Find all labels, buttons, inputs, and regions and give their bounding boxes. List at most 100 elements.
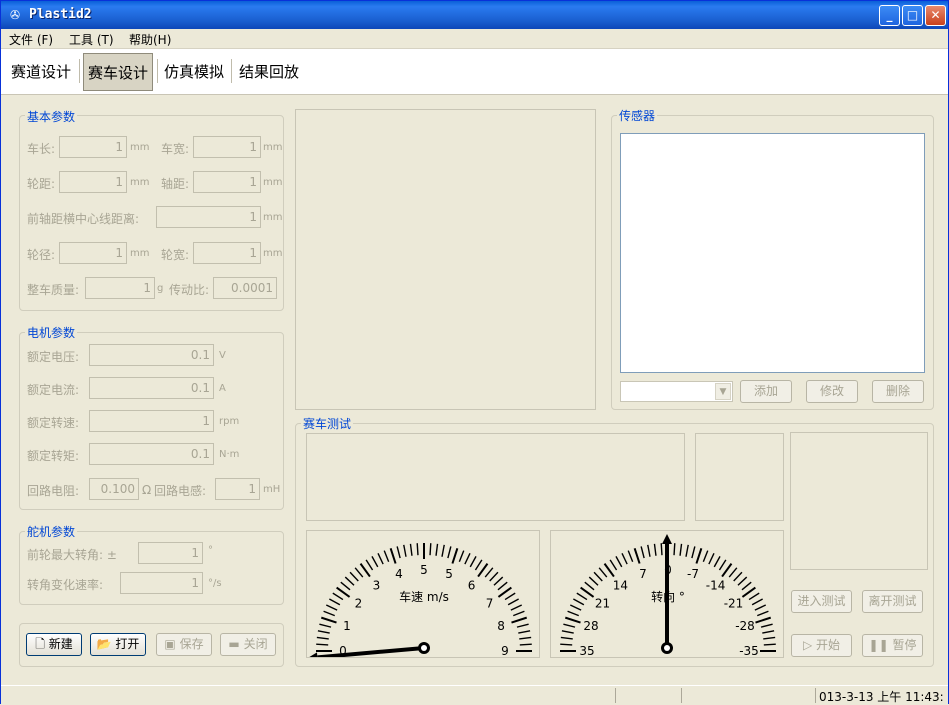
tab-simulation[interactable]: 仿真模拟 xyxy=(160,53,228,91)
tab-separator xyxy=(231,59,232,83)
menu-help[interactable]: 帮助(H) xyxy=(129,31,171,48)
gauge-tick xyxy=(673,543,676,556)
gauge-tick xyxy=(447,546,452,559)
enter-test-button[interactable]: 进入测试 xyxy=(791,590,852,613)
gauge-tick xyxy=(464,552,471,565)
gauge-tick xyxy=(383,550,390,562)
basic-params-legend: 基本参数 xyxy=(25,108,78,125)
rate-input[interactable]: 1 xyxy=(120,572,203,594)
ratio-label: 传动比: xyxy=(169,283,210,297)
mass-input[interactable]: 1 xyxy=(85,277,155,299)
gauge-tick xyxy=(741,581,752,591)
speed-label: 额定转速: xyxy=(27,416,80,430)
add-sensor-button[interactable]: 添加 xyxy=(740,380,792,403)
inductance-input[interactable]: 1 xyxy=(215,478,260,500)
play-icon: ▷ xyxy=(802,638,813,652)
resistance-input[interactable]: 0.100 xyxy=(89,478,139,500)
status-bar: 013-3-13 上午 11:43: xyxy=(1,685,948,704)
gauge-tick-label: 4 xyxy=(395,567,403,581)
gauge-tick xyxy=(621,552,628,565)
leave-test-button[interactable]: 离开测试 xyxy=(862,590,923,613)
open-button[interactable]: 📂 打开 xyxy=(90,633,146,656)
length-label: 车长: xyxy=(27,142,56,156)
gauge-tick-label: 21 xyxy=(595,596,610,610)
maximize-button[interactable]: □ xyxy=(902,5,923,26)
torque-input[interactable]: 0.1 xyxy=(89,443,214,465)
menu-file[interactable]: 文件 (F) xyxy=(9,31,53,48)
steering-gauge: 3528211470-7-14-21-28-35转向 ° xyxy=(550,530,784,658)
track-input[interactable]: 1 xyxy=(59,171,127,193)
servo-params-legend: 舵机参数 xyxy=(25,523,78,540)
gauge-tick xyxy=(609,559,618,571)
tab-track-design[interactable]: 赛道设计 xyxy=(7,53,75,91)
gauge-tick xyxy=(728,567,738,578)
front-axle-input[interactable]: 1 xyxy=(156,206,261,228)
voltage-input[interactable]: 0.1 xyxy=(89,344,214,366)
gauge-tick xyxy=(588,576,599,586)
menu-tools[interactable]: 工具 (T) xyxy=(69,31,114,48)
front-axle-unit: mm xyxy=(263,212,283,223)
gauge-tick xyxy=(511,616,528,624)
edit-sensor-button[interactable]: 修改 xyxy=(806,380,858,403)
torque-label: 额定转矩: xyxy=(27,449,80,463)
gauge-tick xyxy=(497,586,512,598)
save-button[interactable]: ▣ 保存 xyxy=(156,633,212,656)
gauge-tick xyxy=(429,543,432,556)
length-input[interactable]: 1 xyxy=(59,136,127,158)
speed-unit: rpm xyxy=(219,416,240,427)
gauge-tick xyxy=(474,559,483,571)
pause-button[interactable]: ❚❚ 暂停 xyxy=(862,634,923,657)
gauge-tick xyxy=(563,623,576,628)
current-input[interactable]: 0.1 xyxy=(89,377,214,399)
test-small-panel xyxy=(695,433,784,521)
gauge-tick xyxy=(733,571,743,582)
gauge-tick xyxy=(660,543,663,556)
close-file-button[interactable]: ▬ 关闭 xyxy=(220,633,276,656)
wheel-width-input[interactable]: 1 xyxy=(193,242,261,264)
sensor-type-select[interactable]: ▼ xyxy=(620,381,733,402)
gauge-tick xyxy=(763,636,776,640)
gauge-tick xyxy=(507,598,519,606)
car-test-legend: 赛车测试 xyxy=(301,415,354,432)
status-separator xyxy=(815,688,816,703)
gauge-tick xyxy=(679,543,683,556)
sensor-list[interactable] xyxy=(620,133,925,373)
gauge-tick xyxy=(751,598,763,606)
close-button[interactable]: ✕ xyxy=(925,5,946,26)
speed-gauge: 0 1 2 3 4 5 5 6 7 8 9 车速 m/s xyxy=(306,530,540,658)
gauge-tick xyxy=(718,559,727,571)
gauge-tick xyxy=(469,556,477,568)
tab-playback[interactable]: 结果回放 xyxy=(235,53,303,91)
width-input[interactable]: 1 xyxy=(193,136,261,158)
gauge-tick xyxy=(516,623,529,628)
gauge-tick xyxy=(741,586,756,598)
tab-car-design[interactable]: 赛车设计 xyxy=(83,53,154,91)
main-toolbar: 赛道设计 赛车设计 仿真模拟 结果回放 xyxy=(1,49,948,95)
gauge-tick xyxy=(484,567,494,578)
delete-sensor-button[interactable]: 删除 xyxy=(872,380,924,403)
wheelbase-input[interactable]: 1 xyxy=(193,171,261,193)
wheel-width-unit: mm xyxy=(263,248,283,259)
start-button[interactable]: ▷ 开始 xyxy=(791,634,852,657)
ratio-input[interactable]: 0.0001 xyxy=(213,277,277,299)
mass-label: 整车质量: xyxy=(27,283,80,297)
speed-input[interactable]: 1 xyxy=(89,410,214,432)
gauge-tick xyxy=(325,604,338,611)
status-datetime: 013-3-13 上午 11:43: xyxy=(819,690,944,704)
chevron-down-icon[interactable]: ▼ xyxy=(715,383,731,400)
test-sensor-panel xyxy=(790,432,928,570)
gauge-tick xyxy=(653,543,657,556)
test-view-panel xyxy=(306,433,685,521)
wheel-diameter-input[interactable]: 1 xyxy=(59,242,127,264)
new-button[interactable]: 🗋 新建 xyxy=(26,633,82,656)
gauge-label: 车速 m/s xyxy=(399,589,449,604)
title-bar: ✇ Plastid2 _ □ ✕ xyxy=(1,1,948,29)
gauge-tick-label: -28 xyxy=(735,619,755,633)
gauge-tick-label: 5 xyxy=(445,567,453,581)
gauge-tick-label: 7 xyxy=(486,596,494,610)
minimize-button[interactable]: _ xyxy=(879,5,900,26)
max-angle-input[interactable]: 1 xyxy=(138,542,203,564)
gauge-tick xyxy=(757,610,769,617)
save-icon: ▣ xyxy=(164,637,176,651)
status-separator xyxy=(615,688,616,703)
